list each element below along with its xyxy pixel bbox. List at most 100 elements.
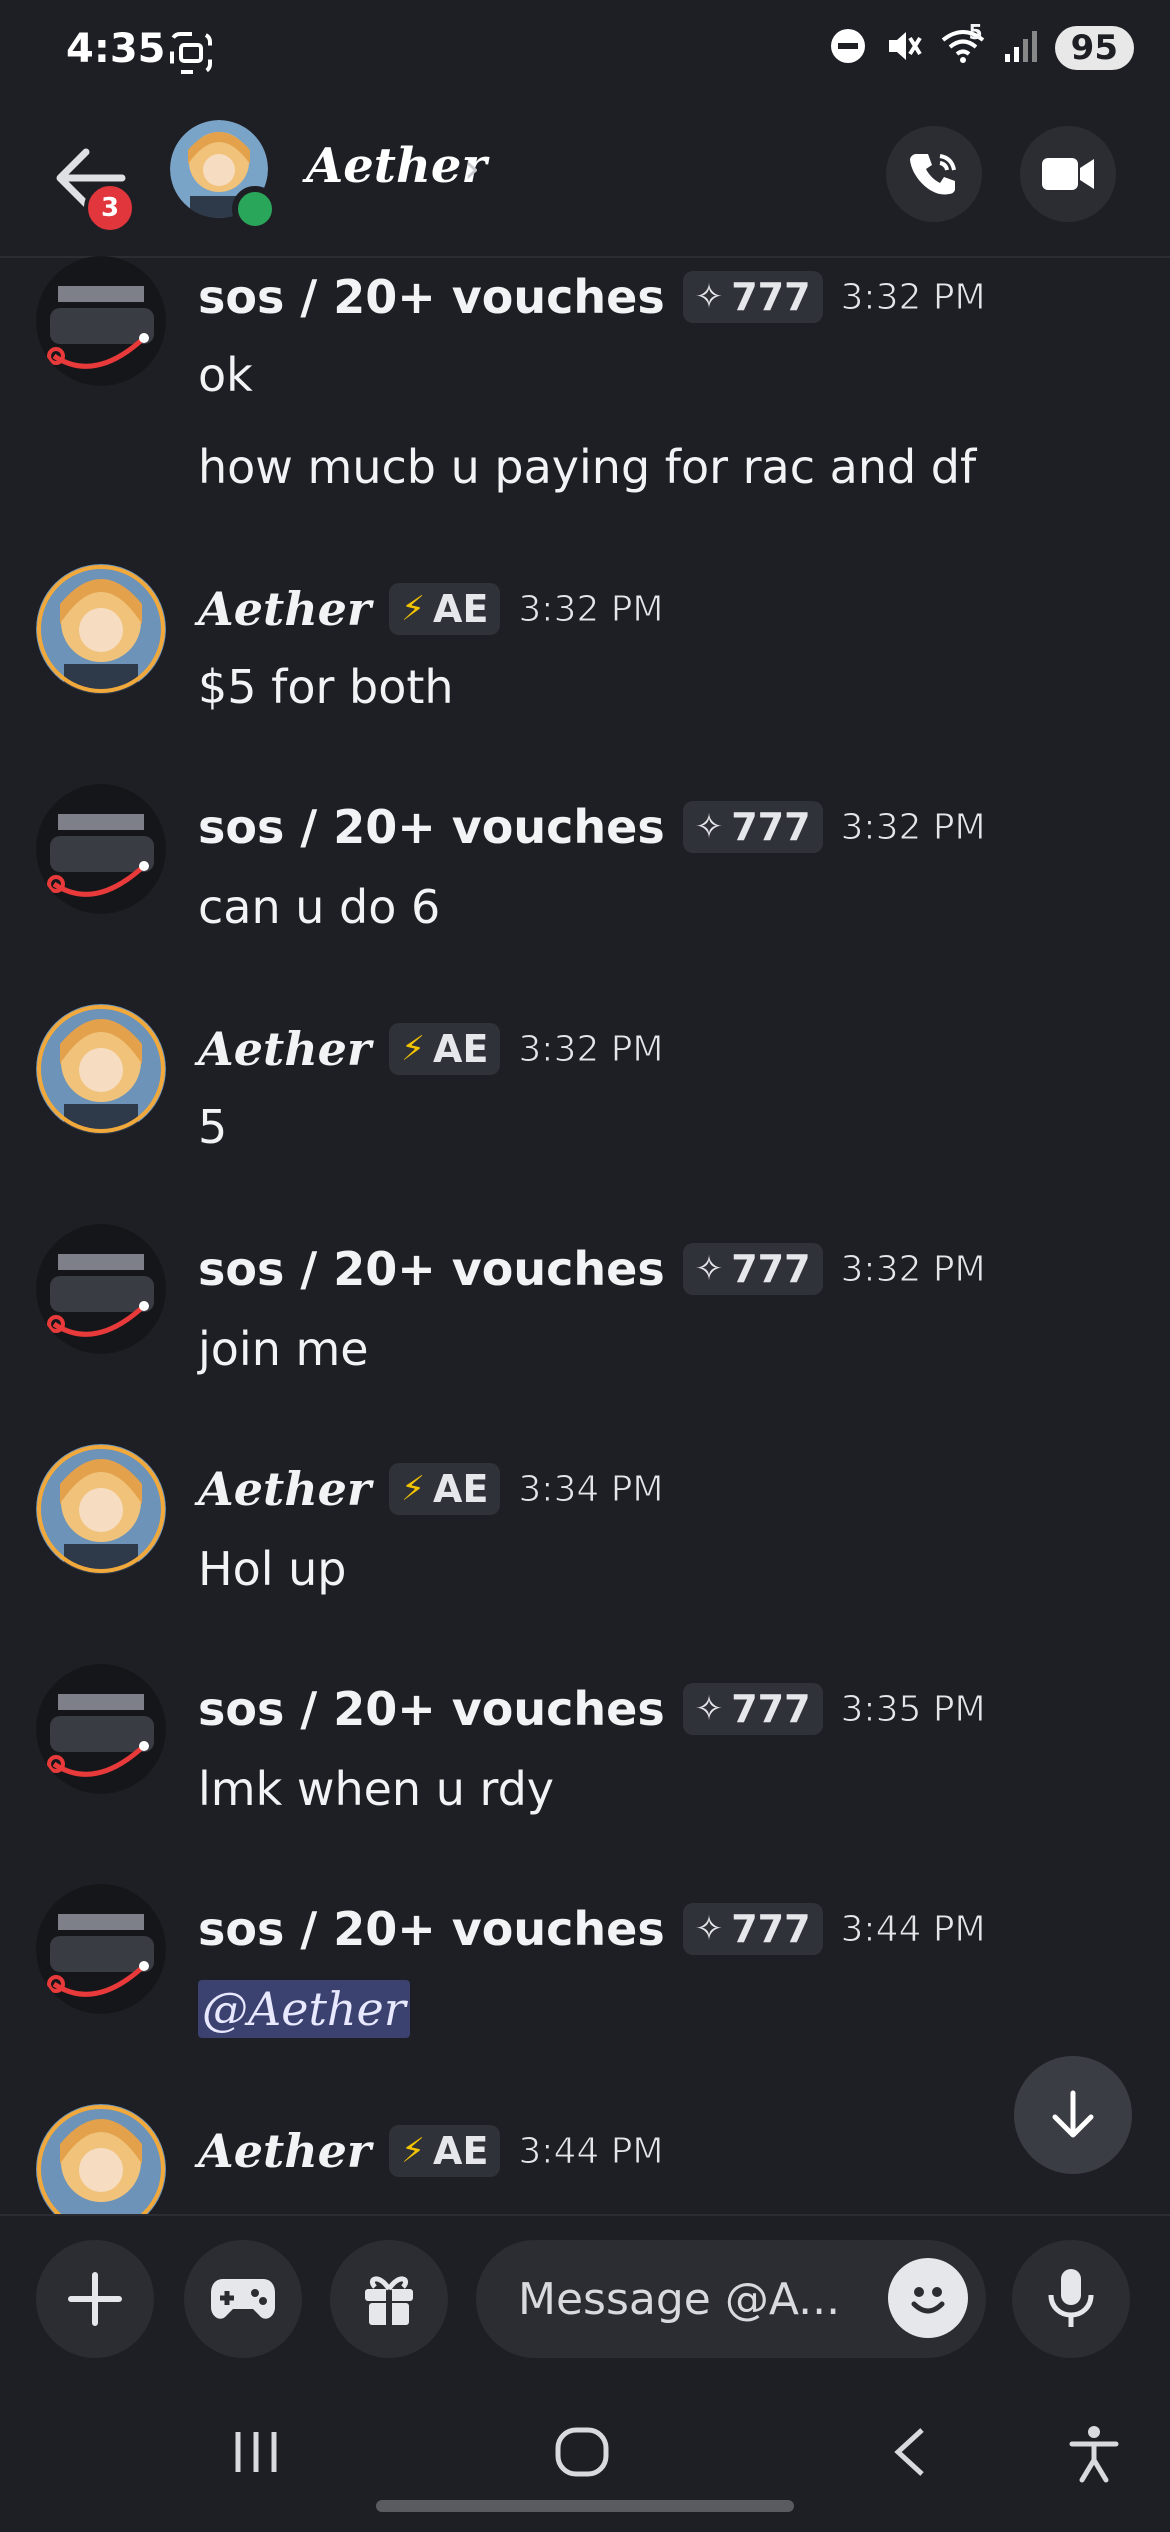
wifi-icon: 5 <box>939 20 987 70</box>
message-header: sos / 20+ vouches ✧ 777 3:32 PM <box>198 270 986 324</box>
message-username[interactable]: sos / 20+ vouches <box>198 270 665 324</box>
user-tag: ✧ 777 <box>682 1903 823 1955</box>
user-tag: ⚡ AE <box>389 1023 501 1075</box>
avatar-sos[interactable] <box>36 784 166 914</box>
gift-icon <box>365 2276 413 2325</box>
sparkle-icon: ✧ <box>694 277 724 317</box>
message-header: Aether ⚡ AE 3:32 PM <box>198 582 664 636</box>
message-timestamp: 3:32 PM <box>518 1028 664 1070</box>
home-icon[interactable] <box>554 2424 610 2484</box>
message-timestamp: 3:34 PM <box>518 1468 664 1510</box>
avatar-aether[interactable] <box>36 2104 166 2214</box>
lightning-icon: ⚡ <box>401 589 426 629</box>
message-header: sos / 20+ vouches ✧ 777 3:35 PM <box>198 1682 986 1736</box>
message-username[interactable]: Aether <box>198 1022 371 1076</box>
user-tag: ⚡ AE <box>389 1463 501 1515</box>
battery-indicator: 95 <box>1054 26 1134 70</box>
lightning-icon: ⚡ <box>401 1469 426 1509</box>
unread-badge: 3 <box>84 182 136 234</box>
message-username[interactable]: Aether <box>198 2124 371 2178</box>
sparkle-icon: ✧ <box>694 807 724 847</box>
lightning-icon: ⚡ <box>401 1029 426 1069</box>
header-username[interactable]: Aether <box>306 138 487 194</box>
screenshot-icon <box>168 30 214 80</box>
message-text: ok <box>198 348 253 402</box>
gift-button[interactable] <box>330 2240 448 2358</box>
microphone-icon <box>1048 2269 1094 2327</box>
avatar-sos[interactable] <box>36 1884 166 2014</box>
lightning-icon: ⚡ <box>401 2131 426 2171</box>
message-text: how mucb u paying for rac and df <box>198 440 977 494</box>
message-text: can u do 6 <box>198 880 441 934</box>
message-text: $5 for both <box>198 660 454 714</box>
message-input-placeholder: Message @A... <box>518 2274 841 2325</box>
message-username[interactable]: Aether <box>198 1462 371 1516</box>
avatar-sos[interactable] <box>36 1224 166 1354</box>
avatar-aether[interactable] <box>36 1444 166 1574</box>
message-composer: Message @A... <box>0 2214 1170 2366</box>
message-header: Aether ⚡ AE 3:32 PM <box>198 1022 664 1076</box>
gesture-handle[interactable] <box>376 2500 794 2512</box>
message-header: Aether ⚡ AE 3:44 PM <box>198 2124 664 2178</box>
avatar-sos[interactable] <box>36 256 166 386</box>
message-text: @Aether <box>198 1980 410 2038</box>
message-header: sos / 20+ vouches ✧ 777 3:32 PM <box>198 1242 986 1296</box>
smiley-icon <box>911 2287 945 2314</box>
message-timestamp: 3:32 PM <box>840 806 986 848</box>
message-username[interactable]: sos / 20+ vouches <box>198 1902 665 1956</box>
avatar-aether[interactable] <box>36 1004 166 1134</box>
sparkle-icon: ✧ <box>694 1909 724 1949</box>
user-mention[interactable]: @Aether <box>198 1980 410 2038</box>
gamepad-icon <box>211 2279 275 2319</box>
voice-call-button[interactable] <box>886 126 982 222</box>
user-tag: ⚡ AE <box>389 583 501 635</box>
dnd-icon <box>829 27 867 69</box>
voice-message-button[interactable] <box>1012 2240 1130 2358</box>
scroll-to-bottom-button[interactable] <box>1014 2056 1132 2174</box>
video-camera-icon <box>1042 158 1094 190</box>
accessibility-icon[interactable] <box>1066 2424 1122 2488</box>
video-call-button[interactable] <box>1020 126 1116 222</box>
mute-icon <box>883 26 923 70</box>
avatar-aether[interactable] <box>36 564 166 694</box>
user-tag: ✧ 777 <box>682 801 823 853</box>
avatar-sos[interactable] <box>36 1664 166 1794</box>
sparkle-icon: ✧ <box>694 1249 724 1289</box>
status-time: 4:35 <box>66 26 166 72</box>
user-tag: ⚡ AE <box>389 2125 501 2177</box>
recent-apps-icon[interactable] <box>228 2424 284 2484</box>
message-username[interactable]: sos / 20+ vouches <box>198 800 665 854</box>
arrow-down-icon <box>1052 2090 1094 2138</box>
message-text: 5 <box>198 1100 228 1154</box>
plus-icon <box>68 2272 122 2326</box>
message-timestamp: 3:32 PM <box>840 276 986 318</box>
message-input[interactable]: Message @A... <box>476 2240 986 2358</box>
message-timestamp: 3:32 PM <box>518 588 664 630</box>
message-header: sos / 20+ vouches ✧ 777 3:32 PM <box>198 800 986 854</box>
sparkle-icon: ✧ <box>694 1689 724 1729</box>
message-header: sos / 20+ vouches ✧ 777 3:44 PM <box>198 1902 986 1956</box>
message-timestamp: 3:32 PM <box>840 1248 986 1290</box>
add-attachment-button[interactable] <box>36 2240 154 2358</box>
user-tag: ✧ 777 <box>682 1243 823 1295</box>
message-text: join me <box>198 1322 369 1376</box>
message-header: Aether ⚡ AE 3:34 PM <box>198 1462 664 1516</box>
activities-button[interactable] <box>184 2240 302 2358</box>
user-tag: ✧ 777 <box>682 271 823 323</box>
message-timestamp: 3:44 PM <box>518 2130 664 2172</box>
message-text: lmk when u rdy <box>198 1762 555 1816</box>
status-bar: 4:35 5 95 <box>0 0 1170 110</box>
signal-icon <box>1003 28 1039 68</box>
online-status-dot <box>232 186 278 232</box>
message-text: Hol up <box>198 1542 347 1596</box>
phone-icon <box>910 154 956 195</box>
message-timestamp: 3:35 PM <box>840 1688 986 1730</box>
message-username[interactable]: sos / 20+ vouches <box>198 1242 665 1296</box>
message-username[interactable]: sos / 20+ vouches <box>198 1682 665 1736</box>
emoji-button[interactable] <box>888 2258 968 2338</box>
chevron-right-icon[interactable]: › <box>464 146 480 192</box>
wifi-label: 5 <box>968 20 983 44</box>
message-username[interactable]: Aether <box>198 582 371 636</box>
nav-back-icon[interactable] <box>884 2424 940 2484</box>
user-tag: ✧ 777 <box>682 1683 823 1735</box>
